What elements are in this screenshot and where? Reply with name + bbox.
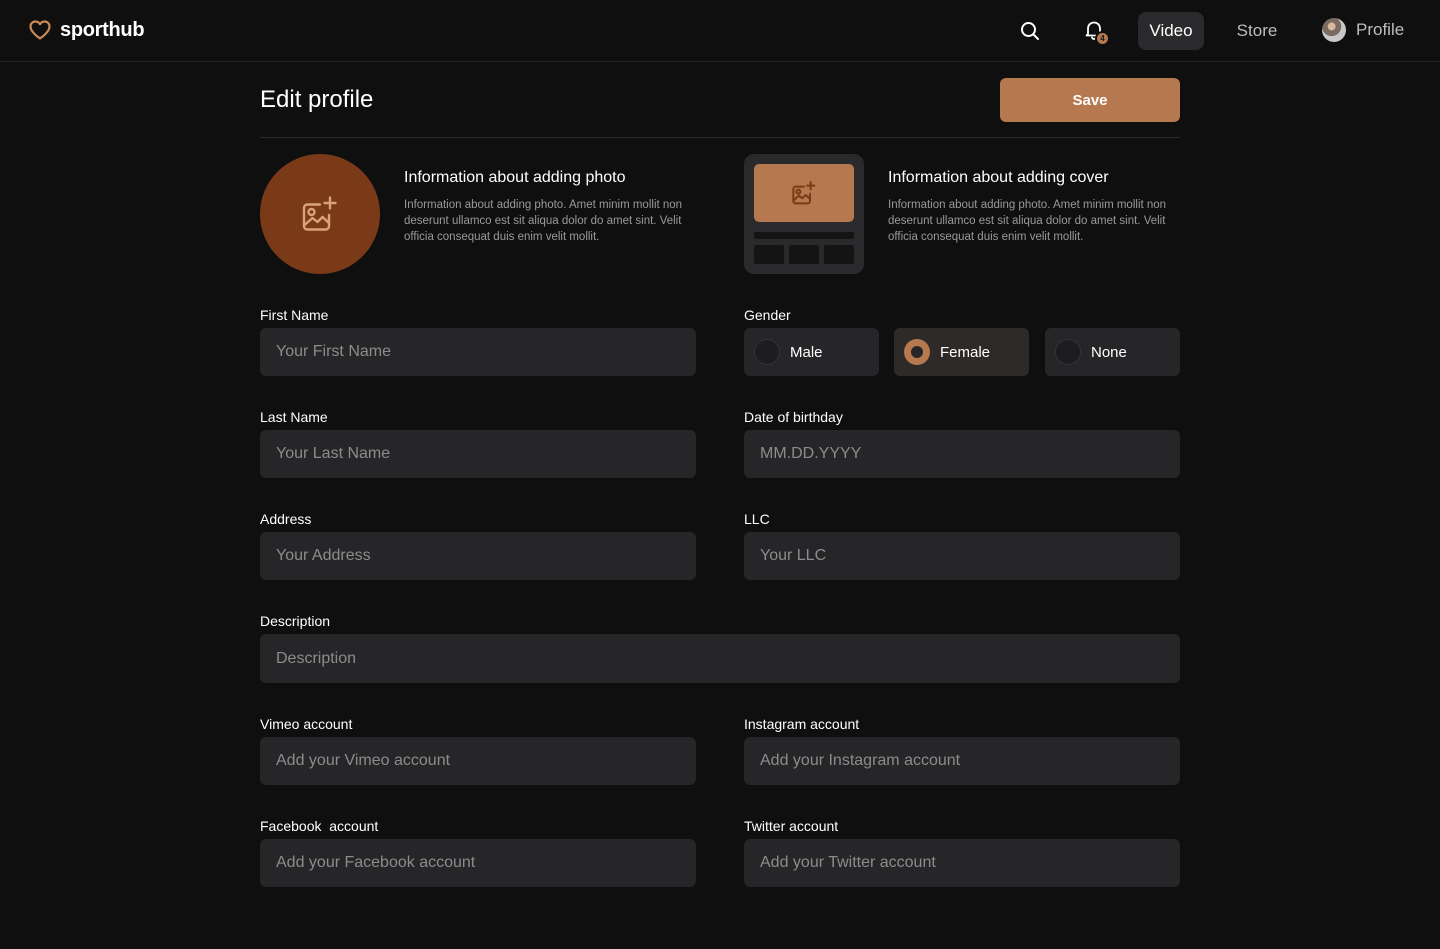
address-label: Address xyxy=(260,511,312,527)
nav-video[interactable]: Video xyxy=(1138,12,1204,50)
save-button[interactable]: Save xyxy=(1000,78,1180,122)
search-icon[interactable] xyxy=(1018,19,1042,43)
gender-option-label: None xyxy=(1091,343,1127,361)
gender-option-label: Male xyxy=(790,343,823,361)
cover-preview xyxy=(754,164,854,222)
address-field[interactable] xyxy=(260,532,696,580)
llc-label: LLC xyxy=(744,511,770,527)
nav-profile[interactable]: Profile xyxy=(1322,18,1404,42)
cover-info-text: Information about adding photo. Amet min… xyxy=(888,199,1167,243)
birthday-label: Date of birthday xyxy=(744,409,843,425)
logo[interactable]: sporthub xyxy=(28,18,145,42)
gender-option-female[interactable]: Female xyxy=(894,328,1029,376)
notifications-button[interactable]: 4 xyxy=(1082,18,1110,48)
avatar xyxy=(1322,18,1346,42)
photo-info-text: Information about adding photo. Amet min… xyxy=(404,199,683,243)
nav-profile-label: Profile xyxy=(1356,20,1405,39)
facebook-label: Facebook account xyxy=(260,818,379,834)
gender-option-male[interactable]: Male xyxy=(744,328,879,376)
add-cover-button[interactable] xyxy=(744,154,864,274)
divider xyxy=(260,137,1180,138)
cover-placeholder-cell xyxy=(789,245,819,264)
cover-placeholder-cell xyxy=(824,245,854,264)
notification-count-badge: 4 xyxy=(1095,31,1110,46)
last-name-label: Last Name xyxy=(260,409,328,425)
first-name-label: First Name xyxy=(260,307,329,323)
gender-option-label: Female xyxy=(940,343,991,361)
add-image-icon xyxy=(302,196,337,231)
facebook-field[interactable] xyxy=(260,839,696,887)
page-title: Edit profile xyxy=(260,86,374,113)
radio-unchecked-icon xyxy=(1055,339,1081,365)
logo-text: sporthub xyxy=(60,18,145,41)
instagram-label: Instagram account xyxy=(744,716,860,732)
add-photo-button[interactable] xyxy=(260,154,380,274)
radio-checked-icon xyxy=(904,339,930,365)
cover-info-title: Information about adding cover xyxy=(888,169,1109,186)
description-label: Description xyxy=(260,613,331,629)
twitter-field[interactable] xyxy=(744,839,1180,887)
birthday-field[interactable] xyxy=(744,430,1180,478)
llc-field[interactable] xyxy=(744,532,1180,580)
vimeo-field[interactable] xyxy=(260,737,696,785)
gender-option-none[interactable]: None xyxy=(1045,328,1180,376)
cover-placeholder-bar xyxy=(754,232,854,239)
description-field[interactable] xyxy=(260,634,1180,683)
twitter-label: Twitter account xyxy=(744,818,839,834)
instagram-field[interactable] xyxy=(744,737,1180,785)
photo-info-title: Information about adding photo xyxy=(404,169,626,186)
top-nav-bar: sporthub 4 Video Store Profile xyxy=(0,0,1440,62)
radio-unchecked-icon xyxy=(754,339,780,365)
first-name-field[interactable] xyxy=(260,328,696,376)
cover-placeholder-cell xyxy=(754,245,784,264)
nav-store[interactable]: Store xyxy=(1226,12,1288,50)
last-name-field[interactable] xyxy=(260,430,696,478)
add-image-icon xyxy=(792,181,816,205)
gender-label: Gender xyxy=(744,307,791,323)
vimeo-label: Vimeo account xyxy=(260,716,353,732)
heart-logo-icon xyxy=(29,20,51,40)
